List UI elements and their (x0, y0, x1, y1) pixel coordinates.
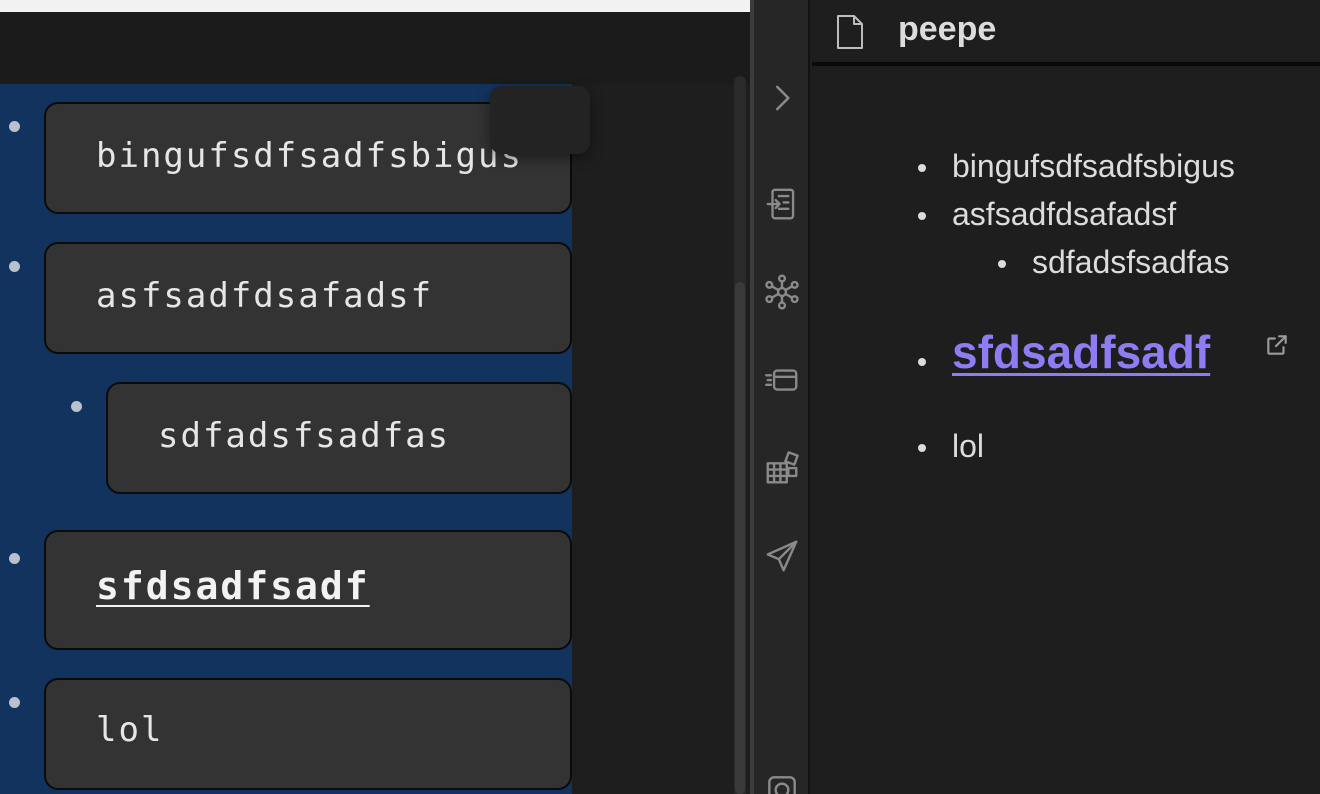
canvas-card[interactable]: sdfadsfsadfas (106, 382, 572, 494)
card-bullet (9, 697, 20, 708)
camera-icon[interactable] (762, 770, 802, 794)
blocks-icon[interactable] (762, 448, 802, 488)
card-link-text[interactable]: sfdsadfsadf (96, 564, 370, 608)
card-bullet (9, 121, 20, 132)
slides-icon[interactable] (762, 360, 802, 400)
list-item: lol (952, 428, 985, 464)
page-title: peepe (898, 10, 997, 48)
preview-pane: peepe bingufsdfsadfsbigus asfsadfdsafads… (812, 0, 1320, 794)
send-icon[interactable] (762, 536, 802, 576)
floating-popover (490, 86, 590, 154)
card-text: asfsadfdsafadsf (96, 276, 434, 316)
graph-icon[interactable] (762, 272, 802, 312)
canvas-area[interactable]: bingufsdfsadfsbigus asfsadfdsafadsf sdfa… (0, 84, 572, 794)
chevron-right-icon[interactable] (762, 78, 802, 118)
file-icon (837, 15, 863, 49)
external-link[interactable]: sfdsadfsadf (952, 325, 1210, 379)
list-bullet (998, 260, 1006, 268)
side-ribbon (754, 0, 810, 794)
file-import-icon[interactable] (762, 184, 802, 224)
external-link-icon[interactable] (1264, 332, 1290, 358)
editor-gutter (572, 84, 750, 794)
preview-header: peepe (812, 0, 1320, 66)
list-item: asfsadfdsafadsf (952, 196, 1177, 232)
canvas-card[interactable]: sfdsadfsadf (44, 530, 572, 650)
card-text: bingufsdfsadfsbigus (96, 136, 523, 176)
card-bullet (9, 553, 20, 564)
editor-tab-bar (0, 12, 750, 84)
scrollbar-thumb[interactable] (735, 282, 745, 794)
list-item: bingufsdfsadfsbigus (952, 148, 1235, 184)
card-bullet (9, 261, 20, 272)
window-top-strip (0, 0, 750, 12)
editor-pane: bingufsdfsadfsbigus asfsadfdsafadsf sdfa… (0, 0, 750, 794)
list-bullet (918, 212, 926, 220)
list-item: sdfadsfsadfas (1032, 244, 1230, 280)
canvas-card[interactable]: lol (44, 678, 572, 790)
card-text: lol (96, 710, 164, 750)
list-bullet (918, 164, 926, 172)
list-bullet (918, 444, 926, 452)
canvas-card[interactable]: asfsadfdsafadsf (44, 242, 572, 354)
card-text: sdfadsfsadfas (158, 416, 451, 456)
list-bullet (918, 358, 926, 366)
card-bullet (71, 401, 82, 412)
